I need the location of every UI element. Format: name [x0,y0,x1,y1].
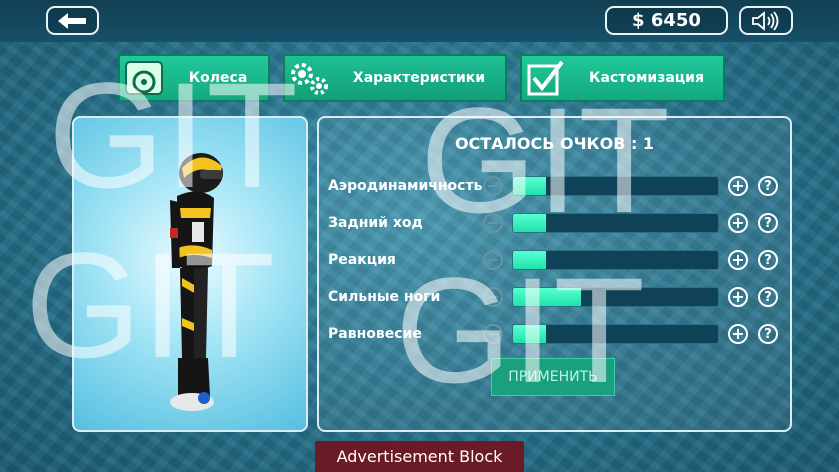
help-button[interactable]: ? [758,250,778,270]
stat-bar-fill [513,214,546,232]
stat-label: Равновесие [328,326,422,342]
tab-customization[interactable]: Кастомизация [520,54,725,102]
stat-bar [512,324,719,344]
stat-label: Аэродинамичность [328,178,483,194]
help-button[interactable]: ? [758,213,778,233]
tab-characteristics[interactable]: Характеристики [283,54,507,102]
remaining-points: ОСТАЛОСЬ ОЧКОВ : 1 [454,134,655,153]
stat-bar [512,213,719,233]
tab-wheels[interactable]: Колеса [118,54,270,102]
arrow-left-icon [57,12,86,29]
tab-label: Характеристики [352,70,486,86]
stat-label: Задний ход [328,215,423,231]
increase-button[interactable]: + [728,324,748,344]
decrease-button[interactable]: − [483,213,503,233]
money-display: $ 6450 [605,6,728,35]
checkbox-icon [522,56,570,100]
rider-figure [170,153,223,411]
stat-bar [512,287,719,307]
speaker-icon [752,10,779,31]
stat-bar [512,176,719,196]
decrease-button[interactable]: − [483,287,503,307]
back-button[interactable] [46,6,99,35]
decrease-button[interactable]: − [483,250,503,270]
increase-button[interactable]: + [728,250,748,270]
advertisement-block[interactable]: Advertisement Block [315,441,524,472]
stat-label: Реакция [328,252,396,268]
stat-bar-fill [513,251,546,269]
stat-bar-fill [513,325,546,343]
gears-icon [285,56,333,100]
stat-bar-fill [513,177,546,195]
wheel-icon [120,56,168,100]
tab-label: Колеса [188,70,248,86]
tab-label: Кастомизация [589,70,704,86]
stat-bar [512,250,719,270]
decrease-button[interactable]: − [483,176,503,196]
help-button[interactable]: ? [758,324,778,344]
increase-button[interactable]: + [728,176,748,196]
character-preview-panel [72,116,308,432]
increase-button[interactable]: + [728,287,748,307]
stat-bar-fill [513,288,581,306]
increase-button[interactable]: + [728,213,748,233]
money-value: $ 6450 [632,10,701,31]
help-button[interactable]: ? [758,287,778,307]
apply-button[interactable]: ПРИМЕНИТЬ [491,358,615,396]
sound-button[interactable] [739,6,793,35]
stat-label: Сильные ноги [328,289,441,305]
help-button[interactable]: ? [758,176,778,196]
decrease-button[interactable]: − [483,324,503,344]
